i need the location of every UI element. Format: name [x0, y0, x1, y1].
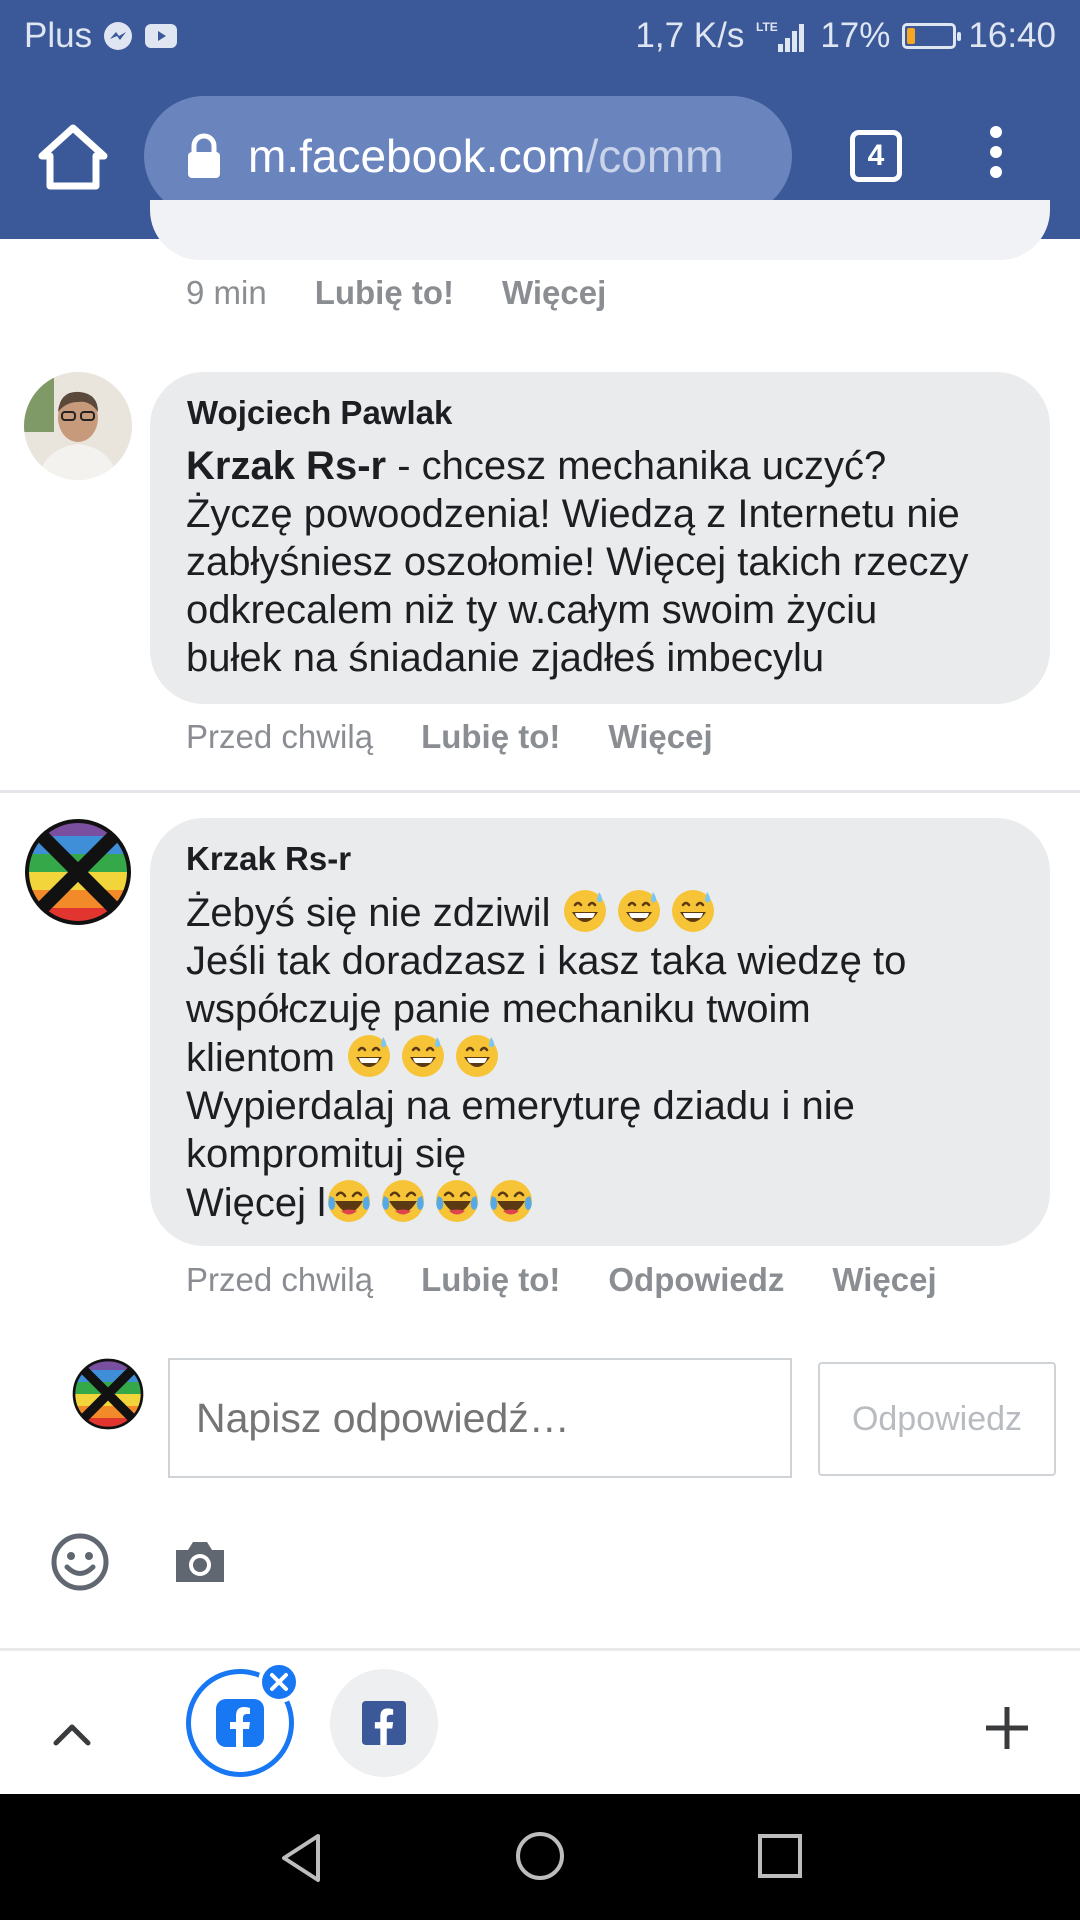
comment-text: Krzak Rs-r - chcesz mechanika uczyć? Życ… — [186, 444, 969, 680]
grinning-sweat-emoji-group — [562, 890, 724, 935]
network-speed: 1,7 K/s — [635, 16, 745, 55]
more-link[interactable]: Więcej — [832, 1261, 936, 1299]
system-nav-bar — [0, 1794, 1080, 1920]
comment-time: Przed chwilą — [186, 718, 374, 755]
avatar[interactable] — [24, 818, 132, 926]
grinning-sweat-emoji-group — [346, 1035, 508, 1080]
comment-bubble: Krzak Rs-r Żebyś się nie zdziwil Jeśli t… — [150, 818, 1050, 1246]
comment-actions: Przed chwilą Lubię to! Więcej — [186, 718, 713, 756]
reply-input[interactable] — [168, 1358, 792, 1478]
chevron-up-icon[interactable] — [52, 1721, 92, 1747]
facebook-icon — [362, 1701, 406, 1745]
like-link[interactable]: Lubię to! — [421, 718, 560, 756]
recent-apps-icon[interactable] — [756, 1832, 804, 1880]
more-vertical-icon[interactable] — [982, 126, 1010, 188]
signal-icon: LTE — [756, 20, 805, 52]
back-icon[interactable] — [278, 1832, 324, 1884]
browser-tab-bar — [0, 1651, 1080, 1794]
tears-of-joy-emoji — [328, 1180, 371, 1222]
status-bar: Plus 1,7 K/s LTE 17% 16:40 — [0, 0, 1080, 76]
svg-text:LTE: LTE — [756, 20, 778, 34]
carrier-label: Plus — [24, 16, 93, 55]
tab-switcher-button[interactable]: 4 — [850, 130, 902, 182]
address-bar[interactable]: m.facebook.com/comm — [144, 96, 792, 216]
facebook-icon — [216, 1699, 264, 1747]
like-link[interactable]: Lubię to! — [315, 274, 454, 312]
mention-link[interactable]: Krzak Rs-r — [186, 444, 386, 488]
comment-author[interactable]: Krzak Rs-r — [186, 836, 1010, 882]
comment-time: Przed chwilą — [186, 1261, 374, 1298]
rainbow-x-avatar — [25, 819, 131, 925]
more-link[interactable]: Więcej — [608, 718, 712, 756]
tears-of-joy-emoji — [436, 1180, 479, 1222]
home-circle-icon[interactable] — [514, 1830, 566, 1882]
like-link[interactable]: Lubię to! — [421, 1261, 560, 1299]
grinning-sweat-emoji — [456, 1035, 499, 1077]
tears-of-joy-emoji — [490, 1180, 533, 1222]
clock: 16:40 — [968, 16, 1056, 55]
avatar — [72, 1358, 144, 1430]
more-link[interactable]: Więcej — [502, 274, 606, 312]
avatar[interactable] — [24, 372, 132, 480]
comment-bubble: Wojciech Pawlak Krzak Rs-r - chcesz mech… — [150, 372, 1050, 704]
home-icon[interactable] — [36, 122, 110, 192]
tears-of-joy-emoji-group — [326, 1180, 542, 1225]
url-text: m.facebook.com/comm — [248, 130, 724, 182]
divider — [0, 790, 1080, 793]
tears-of-joy-emoji — [382, 1180, 425, 1222]
grinning-sweat-emoji — [402, 1035, 445, 1077]
comment-actions: Przed chwilą Lubię to! Odpowiedz Więcej — [186, 1261, 937, 1299]
plus-icon[interactable] — [984, 1705, 1030, 1751]
reply-link[interactable]: Odpowiedz — [608, 1261, 784, 1299]
grinning-sweat-emoji — [617, 890, 660, 932]
comment-time: 9 min — [186, 274, 267, 311]
emoji-icon[interactable] — [50, 1532, 110, 1592]
grinning-sweat-emoji — [563, 890, 606, 932]
comment-text: Żebyś się nie zdziwil Jeśli tak doradzas… — [186, 888, 1010, 1227]
lock-icon — [188, 133, 220, 178]
comment-author[interactable]: Wojciech Pawlak — [187, 390, 1010, 436]
battery-percent: 17% — [820, 16, 891, 55]
previous-comment-actions: 9 min Lubię to! Więcej — [186, 274, 606, 312]
reply-submit-button[interactable]: Odpowiedz — [818, 1362, 1056, 1476]
previous-comment-bubble — [150, 200, 1050, 260]
grinning-sweat-emoji — [671, 890, 714, 932]
messenger-icon — [104, 22, 133, 50]
profile-photo — [24, 372, 132, 480]
camera-icon[interactable] — [172, 1536, 228, 1586]
grinning-sweat-emoji — [348, 1035, 391, 1077]
close-icon[interactable] — [258, 1661, 300, 1703]
battery-icon — [902, 23, 962, 49]
youtube-icon — [145, 24, 178, 48]
tab-facebook[interactable] — [330, 1669, 438, 1777]
